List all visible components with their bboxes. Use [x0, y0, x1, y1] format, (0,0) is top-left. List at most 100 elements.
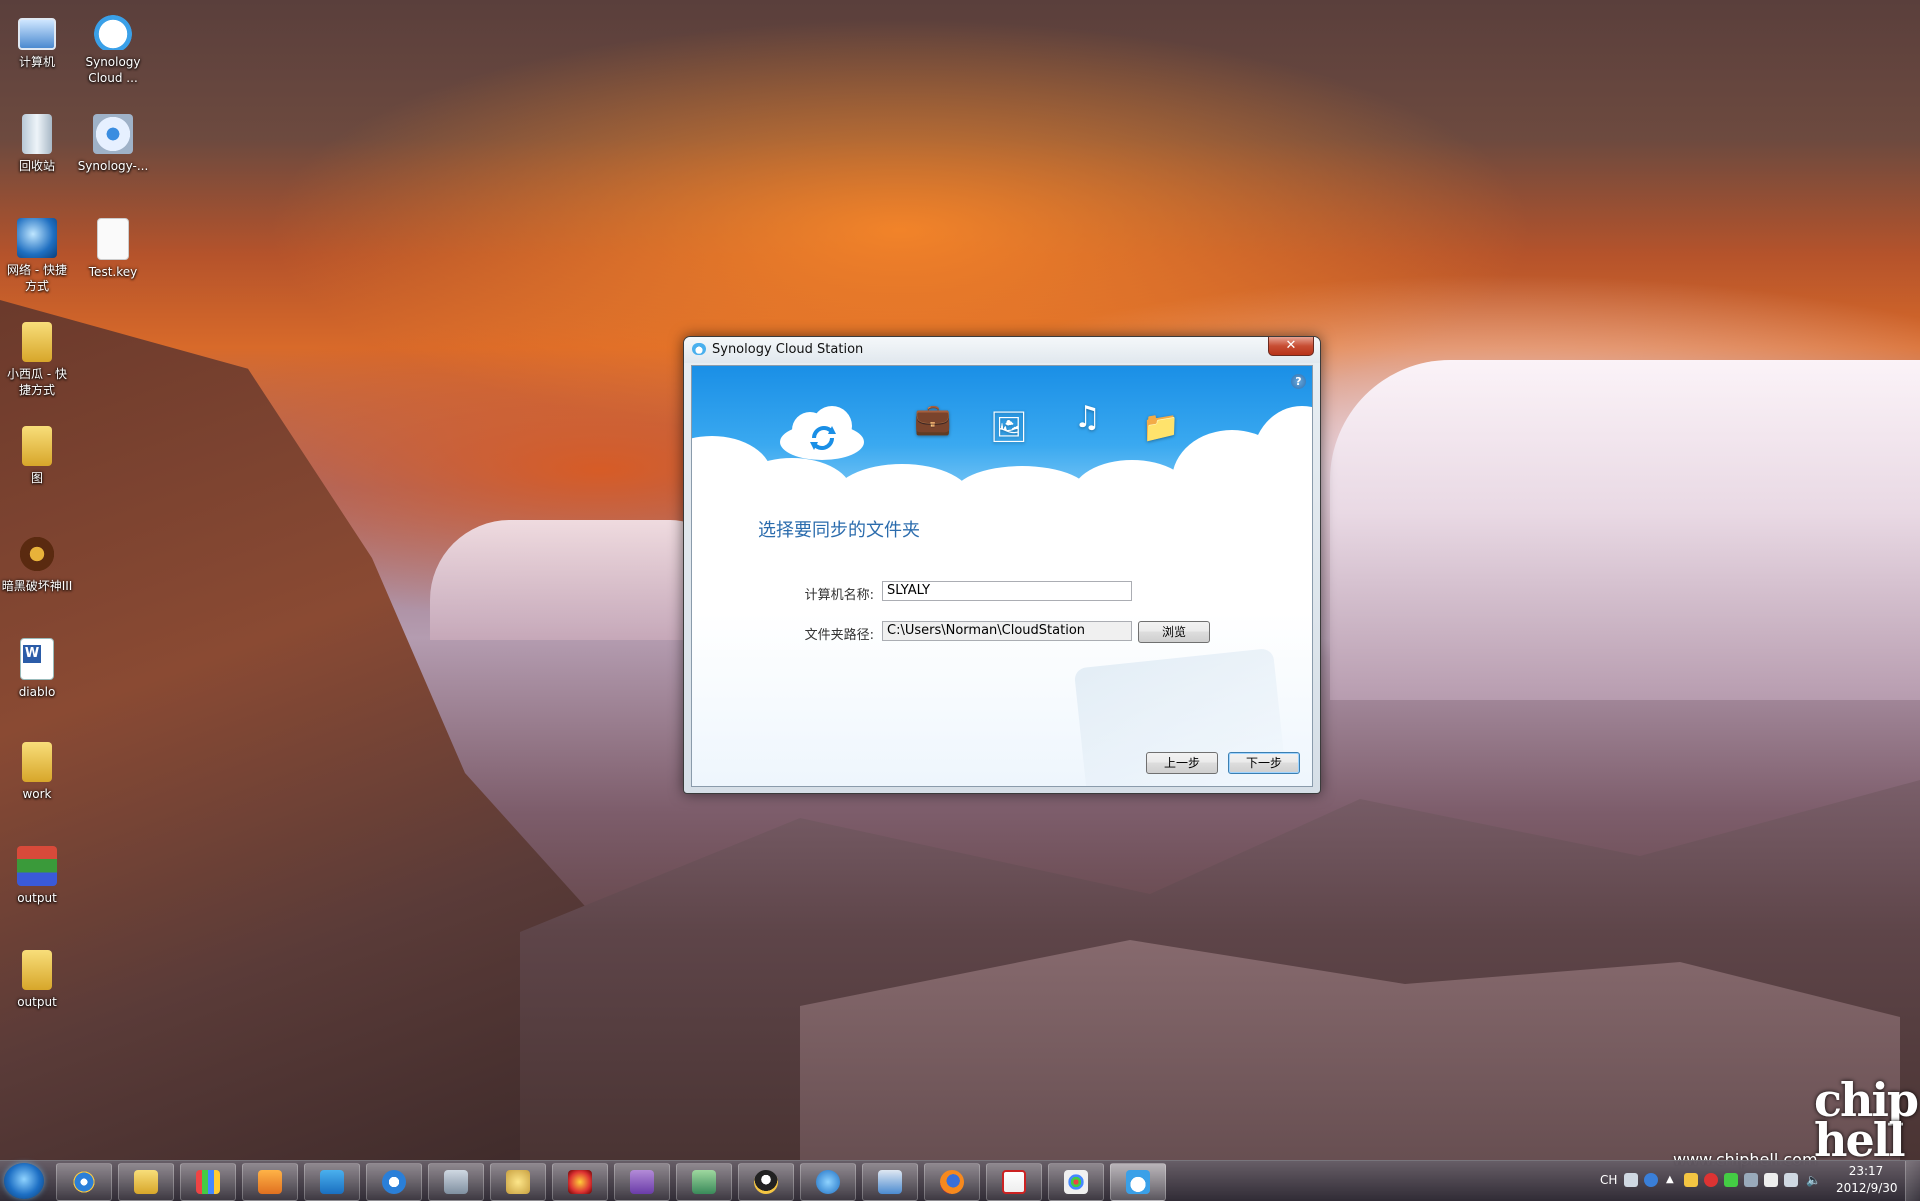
taskbar-photo-viewer[interactable]: [676, 1163, 732, 1201]
network-tray-icon[interactable]: [1784, 1173, 1798, 1187]
cloud-station-icon: [1126, 1170, 1150, 1194]
desktop-icon-label: 回收站: [18, 159, 55, 173]
taskbar-paint[interactable]: [1048, 1163, 1104, 1201]
desktop-icon-label: output: [17, 995, 57, 1009]
desktop-icon-diablo-doc[interactable]: diablo: [0, 638, 80, 700]
taskbar-explorer[interactable]: [118, 1163, 174, 1201]
computer-icon: [18, 18, 56, 50]
desktop-icon-label: 计算机: [18, 55, 55, 69]
music-icon: ♫: [1074, 400, 1101, 435]
synology-assistant-icon: [320, 1170, 344, 1194]
desktop-icon-work[interactable]: work: [0, 742, 80, 802]
dialog-titlebar[interactable]: Synology Cloud Station ✕: [684, 337, 1320, 363]
desktop-icon-label: output: [17, 891, 57, 905]
flash-app-icon: [568, 1170, 592, 1194]
computer-name-field[interactable]: [882, 581, 1132, 601]
desktop-icon-label: 网络 - 快捷方式: [7, 263, 67, 293]
taskbar-network-drive[interactable]: [428, 1163, 484, 1201]
explorer-folder-icon: [134, 1170, 158, 1194]
show-desktop-button[interactable]: [1905, 1161, 1920, 1201]
qq-icon: [754, 1170, 778, 1194]
taskbar-synology-assistant[interactable]: [304, 1163, 360, 1201]
volume-icon[interactable]: 🔈: [1806, 1173, 1821, 1187]
cloud-station-icon: [692, 343, 706, 355]
taskbar-firefox[interactable]: [924, 1163, 980, 1201]
sync-tray-icon[interactable]: [1744, 1173, 1758, 1187]
battery-tray-icon[interactable]: [1724, 1173, 1738, 1187]
desktop-icon-recycle-bin[interactable]: 回收站: [0, 114, 80, 174]
desktop-icon-label: 小西瓜 - 快捷方式: [7, 367, 67, 397]
help-tray-icon[interactable]: [1644, 1173, 1658, 1187]
dialog-client-area: ? 💼 🖼 ♫ 📁 选择要同步的文件夹 计算机名称: SLYALY 文件夹路径:…: [691, 365, 1313, 787]
desktop-icon-pictures[interactable]: 图: [0, 426, 80, 486]
desktop-icon-computer[interactable]: 计算机: [0, 10, 80, 70]
acrobat-icon: [1002, 1170, 1026, 1194]
chevron-up-icon[interactable]: ▲: [1666, 1173, 1680, 1187]
taskbar-games[interactable]: [490, 1163, 546, 1201]
file-icon: [97, 218, 129, 260]
taskbar-cpu-z[interactable]: [614, 1163, 670, 1201]
desktop-icon-label: 暗黑破坏神III: [1, 579, 73, 593]
desktop-icon-output-folder[interactable]: output: [0, 950, 80, 1010]
desktop-icon-cloud-station[interactable]: Synology Cloud ...: [70, 10, 156, 86]
paint-icon: [1064, 1170, 1088, 1194]
start-button[interactable]: [4, 1163, 44, 1199]
dialog-title: Synology Cloud Station: [712, 342, 864, 357]
taskbar: CH ▲ 🔈 23:17 2012/9/30: [0, 1160, 1920, 1201]
games-icon: [506, 1170, 530, 1194]
browse-button[interactable]: 浏览: [1138, 621, 1210, 643]
folder-icon: [22, 950, 52, 990]
taskbar-internet-explorer[interactable]: [56, 1163, 112, 1201]
close-button[interactable]: ✕: [1268, 337, 1314, 356]
taskbar-cloud-app[interactable]: [800, 1163, 856, 1201]
diablo-icon: [17, 534, 57, 574]
folder-path-field[interactable]: [882, 621, 1132, 641]
security-tray-icon[interactable]: [1704, 1173, 1718, 1187]
taskbar-acrobat[interactable]: [986, 1163, 1042, 1201]
folder-shortcut-icon: [22, 322, 52, 362]
recycle-bin-icon: [22, 114, 52, 154]
desktop-icon-synology-installer[interactable]: Synology-...: [70, 114, 156, 174]
desktop-icon-label: work: [22, 787, 52, 801]
desktop-icon-test-key[interactable]: Test.key: [70, 218, 156, 280]
help-icon[interactable]: ?: [1291, 374, 1306, 389]
clock-time: 23:17: [1848, 1164, 1884, 1178]
system-clock[interactable]: 23:17 2012/9/30: [1836, 1163, 1898, 1197]
chiphell-logo: chip hell: [1814, 1073, 1919, 1167]
desktop-icon-output-archive[interactable]: output: [0, 846, 80, 906]
cloud-icon: [816, 1170, 840, 1194]
media-center-icon: [258, 1170, 282, 1194]
taskbar-cloud-station[interactable]: [1110, 1163, 1166, 1201]
taskbar-remote-desktop[interactable]: [862, 1163, 918, 1201]
clock-date: 2012/9/30: [1836, 1181, 1898, 1195]
documents-icon: 📁: [1142, 410, 1180, 445]
cloud-sync-icon: [780, 406, 864, 460]
firefox-icon: [940, 1170, 964, 1194]
desktop-icon-xiaoxigua[interactable]: 小西瓜 - 快捷方式: [0, 322, 80, 398]
winrar-archive-icon: [17, 846, 57, 886]
taskbar-media-center[interactable]: [242, 1163, 298, 1201]
flag-icon[interactable]: [1764, 1173, 1778, 1187]
next-button[interactable]: 下一步: [1228, 752, 1300, 774]
folder-icon: [22, 742, 52, 782]
desktop-icon-label: diablo: [18, 685, 56, 699]
desktop-icon-label: Synology Cloud ...: [85, 55, 141, 85]
taskbar-media-player[interactable]: [366, 1163, 422, 1201]
network-drive-icon: [444, 1170, 468, 1194]
back-button[interactable]: 上一步: [1146, 752, 1218, 774]
taskbar-pencils[interactable]: [180, 1163, 236, 1201]
briefcase-icon: 💼: [914, 402, 952, 437]
desktop-icon-network[interactable]: 网络 - 快捷方式: [0, 218, 80, 294]
desktop-icon-diablo3[interactable]: 暗黑破坏神III: [0, 534, 80, 594]
media-player-icon: [382, 1170, 406, 1194]
keyboard-icon[interactable]: [1624, 1173, 1638, 1187]
taskbar-flash-app[interactable]: [552, 1163, 608, 1201]
network-icon: [17, 218, 57, 258]
cloud-station-dialog: Synology Cloud Station ✕ ? 💼 🖼 ♫ 📁 选择要同步…: [683, 336, 1321, 794]
folder-path-label: 文件夹路径:: [804, 628, 874, 643]
ime-indicator[interactable]: CH: [1600, 1173, 1617, 1187]
word-document-icon: [20, 638, 54, 680]
qq-tray-icon[interactable]: [1684, 1173, 1698, 1187]
taskbar-qq[interactable]: [738, 1163, 794, 1201]
pencils-icon: [196, 1170, 220, 1194]
